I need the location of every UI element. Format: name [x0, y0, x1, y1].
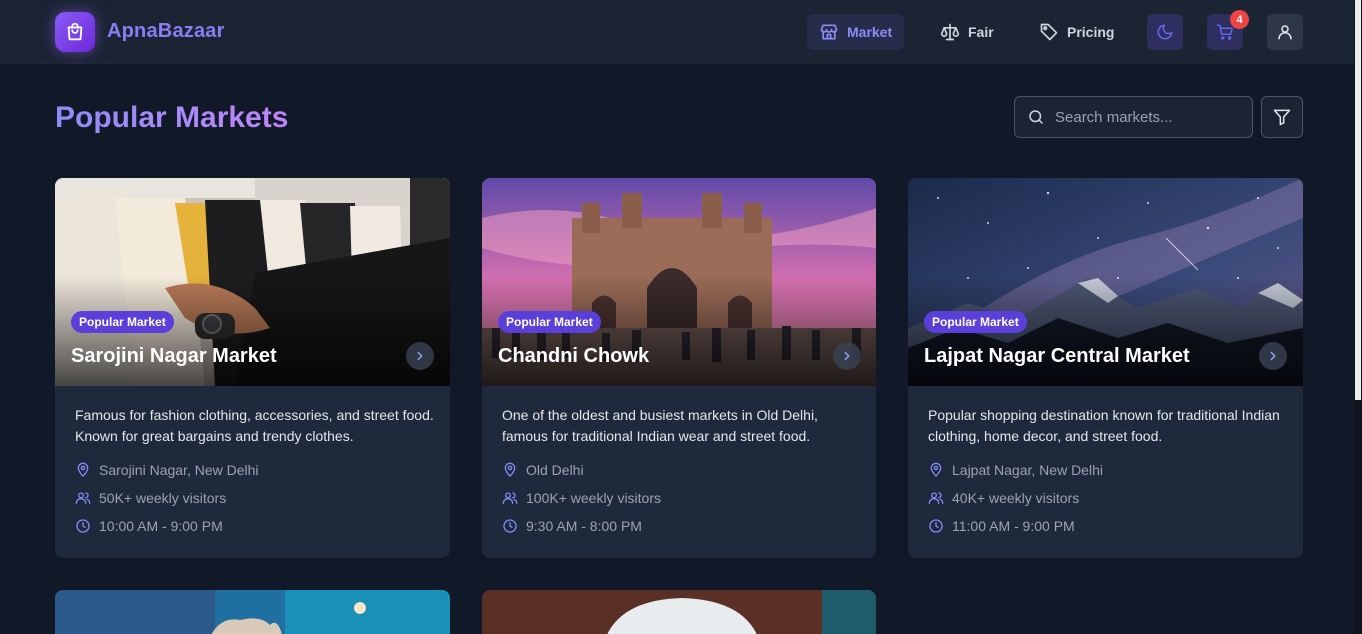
market-description: Famous for fashion clothing, accessories…: [75, 407, 434, 444]
user-icon: [1278, 25, 1292, 40]
popular-market-badge: Popular Market: [924, 311, 1027, 333]
clock-icon: [503, 519, 517, 533]
chevron-right-icon: [1270, 351, 1276, 361]
popular-market-badge: Popular Market: [71, 311, 174, 333]
filter-icon: [1273, 109, 1291, 126]
page-title: Popular Markets: [55, 101, 289, 134]
theme-toggle-button[interactable]: [1147, 14, 1183, 50]
market-location: Old Delhi: [502, 462, 584, 478]
chevron-right-icon: [417, 351, 423, 361]
market-name: Sarojini Nagar Market: [71, 345, 277, 367]
market-card[interactable]: Popular Market Sarojini Nagar Market Fam…: [55, 178, 450, 558]
nav-fair[interactable]: Fair: [928, 14, 1006, 50]
market-description: One of the oldest and busiest markets in…: [502, 407, 818, 444]
search-input[interactable]: [1055, 108, 1235, 126]
market-name: Chandni Chowk: [498, 345, 650, 367]
nav-pricing-label: Pricing: [1067, 24, 1115, 40]
visitors-text: 50K+ weekly visitors: [99, 490, 227, 506]
market-hours: 10:00 AM - 9:00 PM: [75, 518, 223, 534]
visitors-text: 100K+ weekly visitors: [526, 490, 662, 506]
visitors-text: 40K+ weekly visitors: [952, 490, 1080, 506]
map-pin-icon: [77, 462, 89, 477]
market-hours: 9:30 AM - 8:00 PM: [502, 518, 642, 534]
users-icon: [75, 492, 91, 504]
hours-text: 9:30 AM - 8:00 PM: [526, 518, 642, 534]
cart-button[interactable]: 4: [1207, 10, 1249, 50]
clock-icon: [76, 519, 90, 533]
market-image: [55, 590, 450, 634]
market-visitors: 50K+ weekly visitors: [75, 490, 226, 506]
market-description: Popular shopping destination known for t…: [928, 407, 1280, 444]
search-icon: [1029, 110, 1043, 124]
moon-icon: [1157, 24, 1173, 40]
market-location: Lajpat Nagar, New Delhi: [928, 462, 1103, 478]
view-market-button[interactable]: [1259, 342, 1287, 370]
hours-text: 11:00 AM - 9:00 PM: [952, 518, 1075, 534]
market-visitors: 40K+ weekly visitors: [928, 490, 1079, 506]
scrollbar-thumb[interactable]: [1355, 0, 1361, 400]
scale-icon: [940, 23, 960, 41]
brand-name[interactable]: ApnaBazaar: [107, 20, 225, 43]
location-text: Lajpat Nagar, New Delhi: [952, 462, 1103, 478]
market-name: Lajpat Nagar Central Market: [924, 345, 1190, 367]
search-box[interactable]: [1014, 96, 1253, 138]
nav-market[interactable]: Market: [807, 14, 905, 50]
store-icon: [820, 24, 838, 40]
users-icon: [928, 492, 944, 504]
chevron-right-icon: [844, 351, 850, 361]
nav-fair-label: Fair: [968, 24, 994, 40]
shopping-bag-icon: [67, 22, 83, 41]
nav-market-label: Market: [847, 24, 893, 40]
top-navbar: ApnaBazaar Market Fair Pricing 4: [0, 0, 1362, 64]
map-pin-icon: [504, 462, 516, 477]
map-pin-icon: [930, 462, 942, 477]
cart-count-badge: 4: [1230, 10, 1249, 29]
market-card-partial[interactable]: [482, 590, 876, 634]
users-icon: [502, 492, 518, 504]
market-card[interactable]: Popular Market Chandni Chowk One of the …: [482, 178, 876, 558]
view-market-button[interactable]: [406, 342, 434, 370]
tag-icon: [1040, 23, 1058, 41]
market-image: Popular Market Chandni Chowk: [482, 178, 876, 386]
view-market-button[interactable]: [833, 342, 861, 370]
hours-text: 10:00 AM - 9:00 PM: [99, 518, 223, 534]
market-image: Popular Market Lajpat Nagar Central Mark…: [908, 178, 1303, 386]
filter-button[interactable]: [1261, 96, 1303, 138]
market-card[interactable]: Popular Market Lajpat Nagar Central Mark…: [908, 178, 1303, 558]
market-image: Popular Market Sarojini Nagar Market: [55, 178, 450, 386]
location-text: Old Delhi: [526, 462, 584, 478]
market-card-partial[interactable]: [55, 590, 450, 634]
market-hours: 11:00 AM - 9:00 PM: [928, 518, 1075, 534]
market-image: [482, 590, 876, 634]
market-visitors: 100K+ weekly visitors: [502, 490, 661, 506]
location-text: Sarojini Nagar, New Delhi: [99, 462, 259, 478]
profile-button[interactable]: [1267, 14, 1303, 50]
popular-market-badge: Popular Market: [498, 311, 601, 333]
market-location: Sarojini Nagar, New Delhi: [75, 462, 259, 478]
nav-pricing[interactable]: Pricing: [1027, 14, 1126, 50]
clock-icon: [929, 519, 943, 533]
logo[interactable]: [55, 12, 95, 52]
